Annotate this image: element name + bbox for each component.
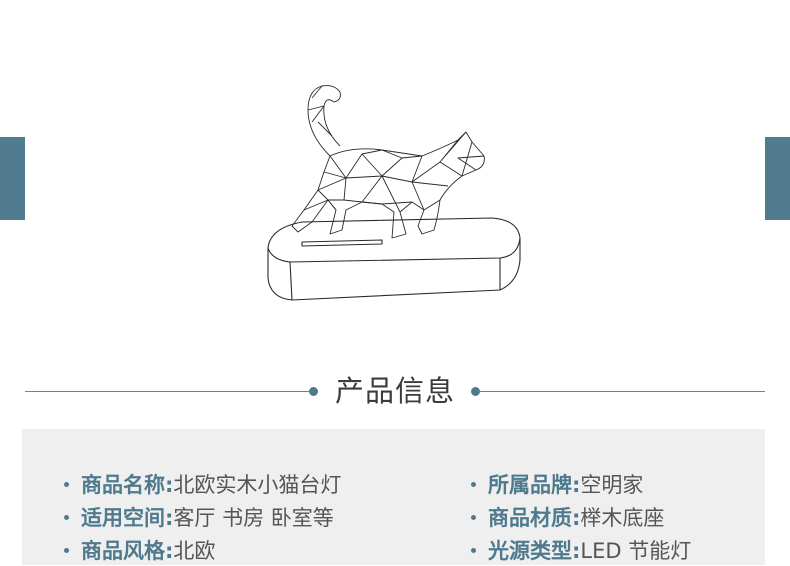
divider-dot (309, 387, 318, 396)
product-info-panel: 商品名称:北欧实木小猫台灯 适用空间:客厅 书房 卧室等 商品风格:北欧 所属品… (22, 429, 765, 565)
info-label: 商品风格: (81, 539, 174, 563)
info-row-light-source: 光源类型:LED 节能灯 (471, 536, 691, 566)
bullet-dot (471, 514, 476, 520)
carousel-prev-button[interactable] (0, 137, 25, 220)
divider-line (477, 391, 765, 392)
info-label: 商品材质: (488, 506, 581, 530)
info-row-style: 商品风格:北欧 (64, 536, 215, 566)
info-value: 客厅 书房 卧室等 (173, 506, 334, 530)
info-value: 空明家 (580, 473, 644, 497)
bullet-dot (64, 481, 69, 487)
info-label: 适用空间: (81, 506, 174, 530)
info-row-space: 适用空间:客厅 书房 卧室等 (64, 503, 334, 533)
info-row-material: 商品材质:榉木底座 (471, 503, 664, 533)
info-value: LED 节能灯 (580, 539, 692, 563)
cat-lamp-image (267, 85, 521, 301)
section-title: 产品信息 (334, 374, 455, 408)
carousel-next-button[interactable] (765, 137, 790, 220)
bullet-dot (64, 547, 69, 553)
info-row-name: 商品名称:北欧实木小猫台灯 (64, 470, 341, 500)
section-heading: 产品信息 (25, 370, 765, 412)
bullet-dot (471, 481, 476, 487)
info-row-brand: 所属品牌:空明家 (471, 470, 643, 500)
info-label: 所属品牌: (488, 473, 581, 497)
info-label: 商品名称: (81, 473, 174, 497)
divider-line (25, 391, 313, 392)
info-value: 北欧实木小猫台灯 (173, 473, 342, 497)
info-label: 光源类型: (488, 539, 581, 563)
bullet-dot (471, 547, 476, 553)
info-value: 榉木底座 (580, 506, 665, 530)
info-value: 北欧 (173, 539, 216, 563)
bullet-dot (64, 514, 69, 520)
